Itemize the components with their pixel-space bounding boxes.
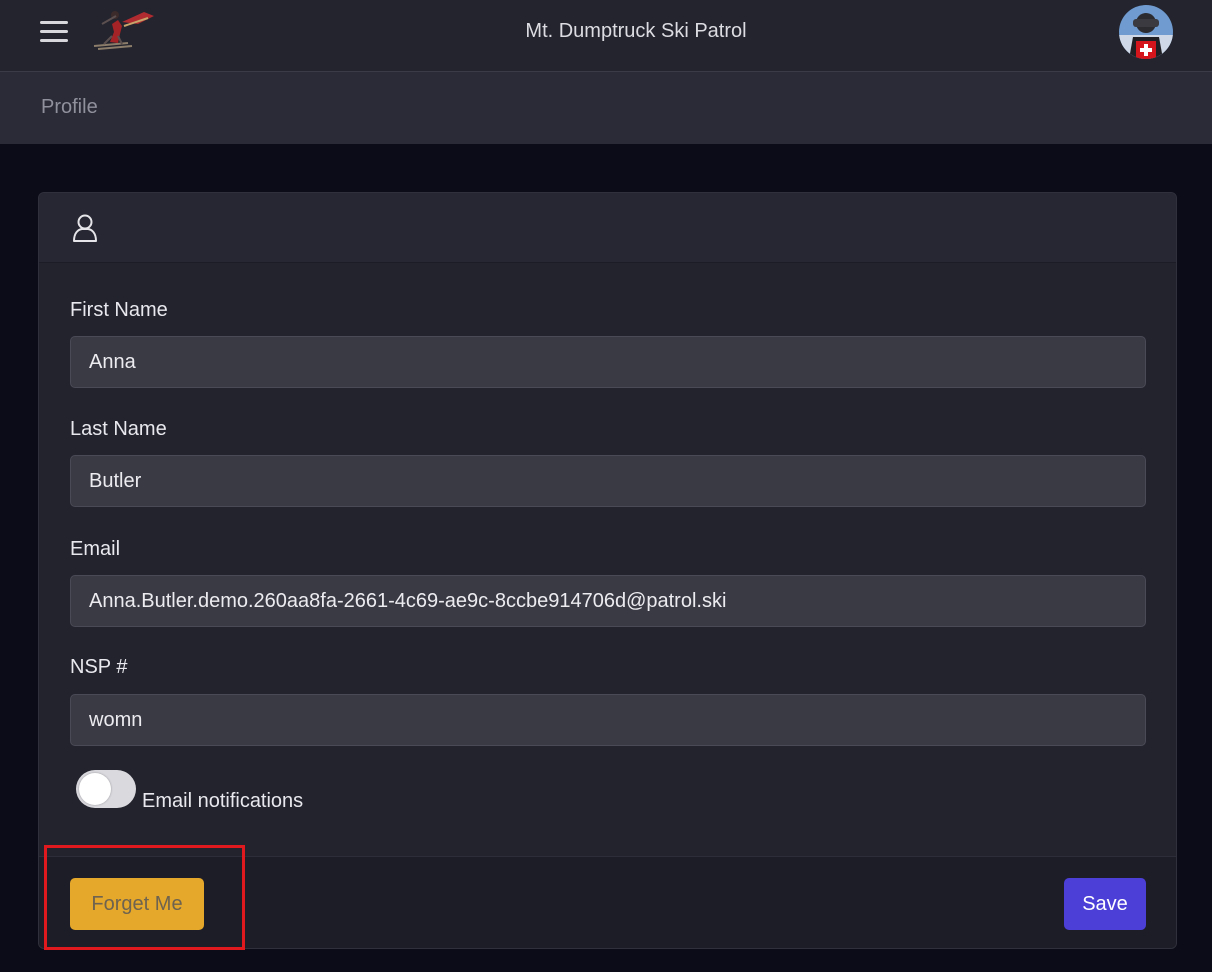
toggle-knob: [79, 773, 111, 805]
last-name-input[interactable]: [70, 455, 1146, 507]
top-navbar: Mt. Dumptruck Ski Patrol: [0, 0, 1212, 72]
email-label: Email: [70, 538, 121, 560]
save-button[interactable]: Save: [1064, 878, 1146, 930]
first-name-input[interactable]: [70, 336, 1146, 388]
forget-me-button[interactable]: Forget Me: [70, 878, 204, 930]
person-icon: [73, 214, 97, 242]
page-title: Profile: [41, 96, 98, 118]
last-name-label: Last Name: [70, 418, 167, 440]
email-notifications-label: Email notifications: [142, 790, 304, 812]
card-header: [39, 193, 1176, 263]
avatar-image: [1119, 5, 1173, 59]
email-input[interactable]: [70, 575, 1146, 627]
card-footer: Forget Me Save: [39, 856, 1176, 948]
app-title: Mt. Dumptruck Ski Patrol: [525, 20, 747, 42]
nsp-label: NSP #: [70, 656, 128, 678]
first-name-label: First Name: [70, 299, 168, 321]
user-avatar[interactable]: [1119, 5, 1173, 59]
nsp-input[interactable]: [70, 694, 1146, 746]
page-title-bar: Profile: [0, 72, 1212, 144]
profile-card: First Name Last Name Email NSP # Email n…: [38, 192, 1177, 949]
email-notifications-toggle[interactable]: [76, 770, 136, 808]
